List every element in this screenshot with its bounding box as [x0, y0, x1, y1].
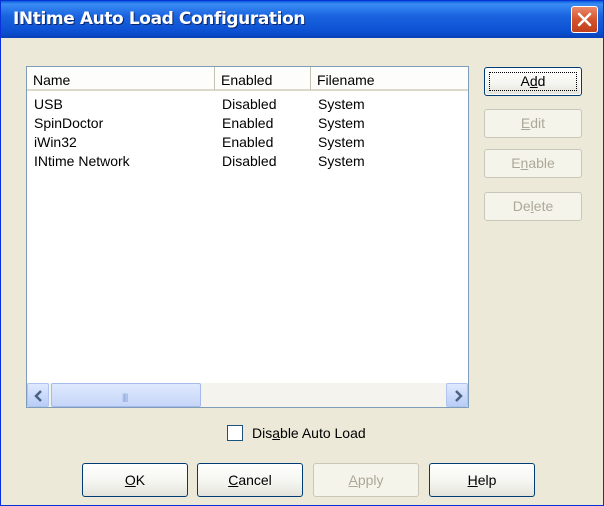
item-filename: System: [318, 115, 365, 131]
cancel-button[interactable]: Cancel: [197, 463, 303, 497]
column-header-name[interactable]: Name: [27, 67, 215, 91]
disable-autoload-checkbox[interactable]: [227, 425, 243, 441]
cancel-label: Cancel: [228, 472, 272, 488]
item-enabled: Disabled: [222, 96, 277, 112]
item-name: USB: [34, 96, 63, 112]
list-header: Name Enabled Filename: [27, 67, 468, 91]
item-name: SpinDoctor: [34, 115, 104, 131]
dialog-window: INtime Auto Load Configuration Name Enab…: [0, 0, 604, 506]
scroll-right-button[interactable]: [446, 383, 468, 407]
list-item[interactable]: USB Disabled System: [27, 96, 468, 115]
help-label: Help: [467, 472, 497, 488]
list-item[interactable]: iWin32 Enabled System: [27, 134, 468, 153]
enable-button[interactable]: Enable: [484, 149, 582, 178]
scroll-thumb[interactable]: ||||: [51, 383, 201, 407]
item-name: INtime Network: [34, 153, 130, 169]
disable-autoload-label[interactable]: Disable Auto Load: [252, 425, 366, 441]
apply-button[interactable]: Apply: [313, 463, 419, 497]
close-button[interactable]: [571, 6, 598, 33]
enable-label: Enable: [511, 155, 555, 171]
horizontal-scrollbar[interactable]: ||||: [27, 383, 468, 407]
ok-label: OK: [124, 472, 146, 488]
arrow-left-icon: [34, 390, 42, 402]
title-bar[interactable]: INtime Auto Load Configuration: [1, 1, 603, 38]
column-header-filename[interactable]: Filename: [311, 67, 468, 91]
apply-label: Apply: [348, 472, 384, 488]
ok-button[interactable]: OK: [82, 463, 188, 497]
item-name: iWin32: [34, 134, 77, 150]
close-icon: [577, 12, 592, 27]
window-title: INtime Auto Load Configuration: [13, 9, 306, 29]
arrow-right-icon: [455, 390, 463, 402]
item-filename: System: [318, 96, 365, 112]
edit-label: Edit: [520, 115, 546, 131]
autoload-list[interactable]: Name Enabled Filename USB Disabled Syste…: [26, 66, 469, 408]
scroll-left-button[interactable]: [27, 383, 49, 407]
item-enabled: Disabled: [222, 153, 277, 169]
item-filename: System: [318, 153, 365, 169]
item-filename: System: [318, 134, 365, 150]
item-enabled: Enabled: [222, 115, 274, 131]
list-item[interactable]: SpinDoctor Enabled System: [27, 115, 468, 134]
item-enabled: Enabled: [222, 134, 274, 150]
grip-icon: ||||: [122, 392, 128, 402]
edit-button[interactable]: Edit: [484, 109, 582, 138]
delete-label: Delete: [512, 198, 554, 214]
column-header-enabled[interactable]: Enabled: [215, 67, 311, 91]
list-item[interactable]: INtime Network Disabled System: [27, 153, 468, 172]
focus-rect: [489, 72, 577, 91]
delete-button[interactable]: Delete: [484, 192, 582, 221]
add-button[interactable]: Add: [484, 67, 582, 96]
help-button[interactable]: Help: [429, 463, 535, 497]
